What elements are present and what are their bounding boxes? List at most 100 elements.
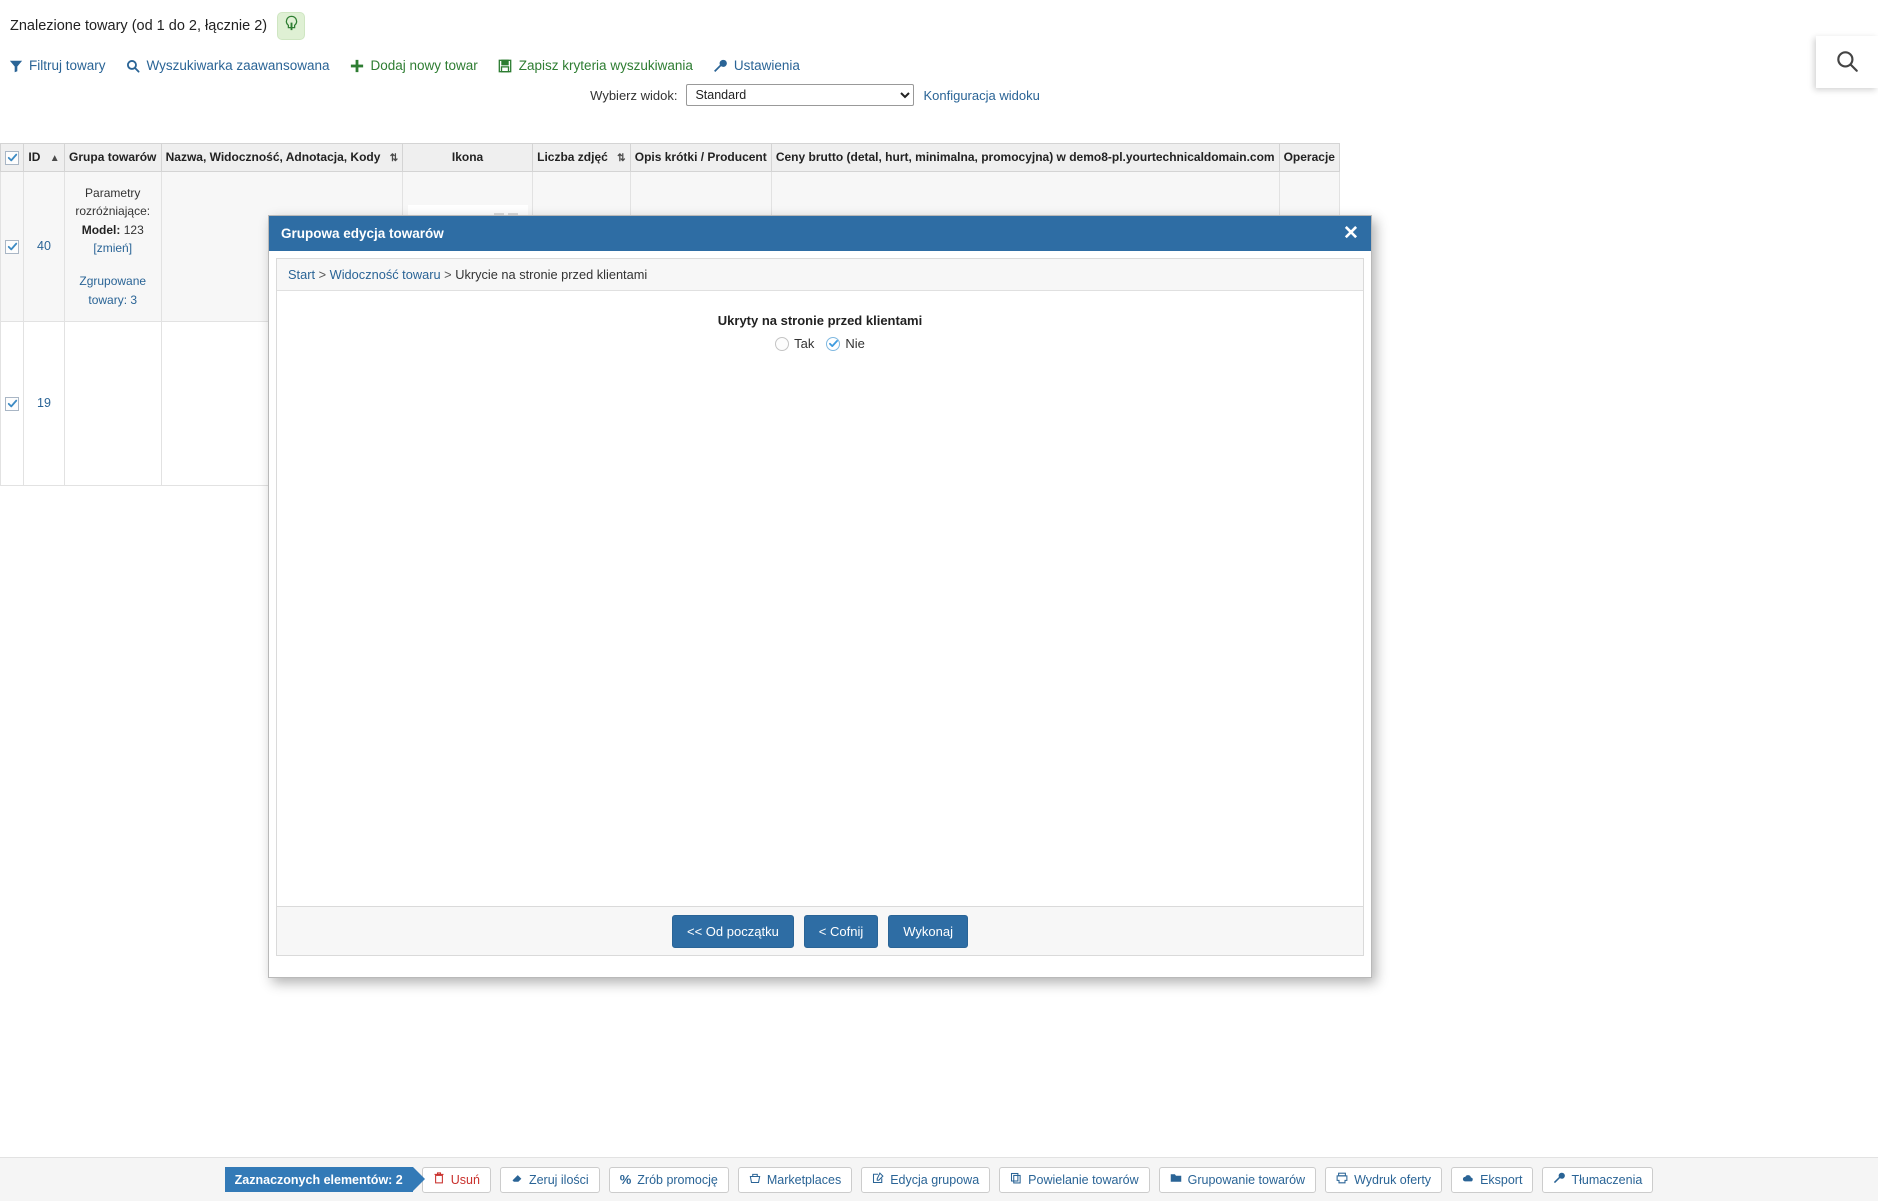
group-change-link[interactable]: [zmień] xyxy=(93,241,132,255)
search-icon xyxy=(1834,48,1860,77)
radio-unchecked-icon xyxy=(775,336,790,351)
group-edit-button[interactable]: Edycja grupowa xyxy=(861,1166,991,1193)
toolbar-label: Dodaj nowy towar xyxy=(370,58,478,73)
view-config-link[interactable]: Konfiguracja widoku xyxy=(923,88,1039,103)
plus-icon xyxy=(349,58,364,73)
modal-title-bar: Grupowa edycja towarów ✕ xyxy=(269,216,1371,251)
execute-button[interactable]: Wykonaj xyxy=(888,914,968,948)
search-corner-button[interactable] xyxy=(1816,36,1878,88)
basket-icon xyxy=(749,1172,761,1187)
save-disk-icon xyxy=(498,58,513,73)
column-icon[interactable]: Ikona xyxy=(402,143,533,172)
column-label: Grupa towarów xyxy=(69,150,157,165)
duplicate-products-button[interactable]: Powielanie towarów xyxy=(999,1166,1150,1193)
lightbulb-icon xyxy=(284,15,299,37)
hint-lightbulb-button[interactable] xyxy=(277,12,306,40)
export-button[interactable]: Eksport xyxy=(1451,1166,1534,1193)
toolbar: Filtruj towary Wyszukiwarka zaawansowana… xyxy=(8,58,800,73)
toolbar-add-product[interactable]: Dodaj nowy towar xyxy=(349,58,478,73)
modal-footer: << Od początku < Cofnij Wykonaj xyxy=(276,906,1364,956)
action-label: Wydruk oferty xyxy=(1354,1172,1432,1187)
view-selector-label: Wybierz widok: xyxy=(590,87,678,103)
column-label: Operacje xyxy=(1283,150,1335,165)
row-checkbox[interactable] xyxy=(5,239,20,254)
radio-checked-icon xyxy=(826,336,841,351)
column-label: Liczba zdjęć xyxy=(537,150,608,165)
column-label: Ceny brutto (detal, hurt, minimalna, pro… xyxy=(775,150,1275,165)
close-icon[interactable]: ✕ xyxy=(1341,224,1361,244)
toolbar-advanced-search[interactable]: Wyszukiwarka zaawansowana xyxy=(126,58,329,73)
column-group[interactable]: Grupa towarów xyxy=(63,143,162,172)
action-label: Edycja grupowa xyxy=(890,1172,980,1187)
toolbar-settings[interactable]: Ustawienia xyxy=(713,58,800,73)
back-button[interactable]: < Cofnij xyxy=(803,914,879,948)
product-id-link[interactable]: 40 xyxy=(37,239,51,253)
column-photo-count[interactable]: Liczba zdjęć ⇅ xyxy=(531,143,631,172)
row-group-cell: Parametry rozróżniające: Model: 123 [zmi… xyxy=(63,170,162,322)
column-description[interactable]: Opis krótki / Producent xyxy=(629,143,772,172)
eraser-icon xyxy=(511,1172,523,1187)
radio-option-tak[interactable]: Tak xyxy=(775,336,814,351)
modal-title: Grupowa edycja towarów xyxy=(281,226,444,241)
hidden-field-block: Ukryty na stronie przed klientami Tak Ni… xyxy=(277,291,1363,351)
sort-asc-icon: ▲ xyxy=(49,152,60,164)
make-promotion-button[interactable]: % Zrób promocję xyxy=(608,1166,729,1193)
printer-icon xyxy=(1336,1172,1348,1187)
restart-button[interactable]: << Od początku xyxy=(672,914,794,948)
column-label: Ikona xyxy=(451,150,484,165)
row-id-cell: 19 xyxy=(23,320,65,486)
action-label: Zeruj ilości xyxy=(528,1172,589,1187)
hidden-field-label: Ukryty na stronie przed klientami xyxy=(717,313,923,328)
action-label: Tłumaczenia xyxy=(1571,1172,1643,1187)
toolbar-label: Zapisz kryteria wyszukiwania xyxy=(518,58,693,73)
column-prices[interactable]: Ceny brutto (detal, hurt, minimalna, pro… xyxy=(770,143,1280,172)
edit-square-icon xyxy=(872,1172,884,1187)
search-icon xyxy=(126,58,141,73)
action-label: Zrób promocję xyxy=(637,1172,718,1187)
reset-quantities-button[interactable]: Zeruj ilości xyxy=(499,1166,600,1193)
selected-count-badge: Zaznaczonych elementów: 2 xyxy=(224,1167,425,1192)
copy-icon xyxy=(1010,1172,1022,1187)
select-all-checkbox[interactable] xyxy=(5,150,20,165)
action-label: Eksport xyxy=(1480,1172,1523,1187)
modal-body: Start > Widoczność towaru > Ukrycie na s… xyxy=(276,258,1364,932)
view-select[interactable]: Standard xyxy=(686,84,915,106)
column-select-all xyxy=(0,143,25,172)
marketplaces-button[interactable]: Marketplaces xyxy=(737,1166,853,1193)
row-select-cell xyxy=(0,170,25,322)
grouped-products-link[interactable]: Zgrupowane towary: 3 xyxy=(79,274,146,307)
view-selector-row: Wybierz widok: Standard Konfiguracja wid… xyxy=(0,84,1630,106)
print-offer-button[interactable]: Wydruk oferty xyxy=(1325,1166,1443,1193)
table-header-row: ID ▲ Grupa towarów Nazwa, Widoczność, Ad… xyxy=(0,143,1341,172)
sort-both-icon: ⇅ xyxy=(389,152,399,164)
breadcrumb-start[interactable]: Start xyxy=(288,267,315,282)
translations-button[interactable]: Tłumaczenia xyxy=(1542,1166,1654,1193)
filter-icon xyxy=(8,58,23,73)
toolbar-filter-products[interactable]: Filtruj towary xyxy=(8,58,106,73)
group-model-value: 123 xyxy=(123,222,144,237)
radio-option-nie[interactable]: Nie xyxy=(826,336,865,351)
percent-icon: % xyxy=(619,1172,632,1187)
toolbar-save-criteria[interactable]: Zapisz kryteria wyszukiwania xyxy=(498,58,693,73)
bulk-edit-modal: Grupowa edycja towarów ✕ Start > Widoczn… xyxy=(268,215,1372,978)
sort-both-icon: ⇅ xyxy=(617,152,626,164)
group-params-label: Parametry rozróżniające: xyxy=(75,185,151,219)
column-label: Opis krótki / Producent xyxy=(634,150,767,165)
column-id[interactable]: ID ▲ xyxy=(23,143,65,172)
breadcrumb: Start > Widoczność towaru > Ukrycie na s… xyxy=(277,259,1363,291)
breadcrumb-separator: > xyxy=(444,267,452,282)
row-checkbox[interactable] xyxy=(5,396,20,411)
delete-button[interactable]: Usuń xyxy=(421,1166,491,1193)
toolbar-label: Filtruj towary xyxy=(29,58,106,73)
action-label: Powielanie towarów xyxy=(1028,1172,1139,1187)
product-id-link[interactable]: 19 xyxy=(37,396,51,410)
group-products-button[interactable]: Grupowanie towarów xyxy=(1158,1166,1317,1193)
wrench-icon xyxy=(713,58,728,73)
action-label: Usuń xyxy=(450,1172,480,1187)
breadcrumb-current: Ukrycie na stronie przed klientami xyxy=(455,267,648,282)
column-name[interactable]: Nazwa, Widoczność, Adnotacja, Kody ⇅ xyxy=(160,143,404,172)
row-id-cell: 40 xyxy=(23,170,65,322)
radio-label: Tak xyxy=(794,336,815,351)
column-label: ID xyxy=(28,150,41,165)
breadcrumb-visibility[interactable]: Widoczność towaru xyxy=(330,267,441,282)
